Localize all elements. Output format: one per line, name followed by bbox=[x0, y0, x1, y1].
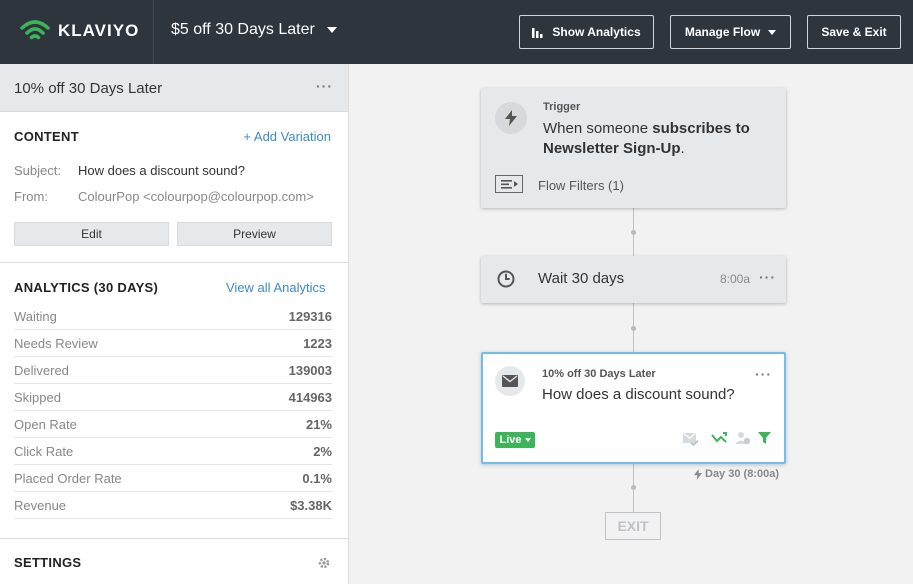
analytics-row: Skipped 414963 bbox=[14, 384, 332, 411]
analytics-row: Waiting 129316 bbox=[14, 303, 332, 330]
manage-flow-button[interactable]: Manage Flow bbox=[670, 15, 791, 49]
analytics-value: 21% bbox=[305, 416, 332, 432]
wait-label: Wait 30 days bbox=[538, 270, 625, 287]
connector-dot[interactable] bbox=[631, 230, 636, 235]
analytics-value: 129316 bbox=[288, 308, 332, 324]
email-name: 10% off 30 Days Later bbox=[542, 368, 656, 380]
wait-card[interactable]: Wait 30 days 8:00a ··· bbox=[481, 256, 786, 303]
save-exit-label: Save & Exit bbox=[821, 25, 887, 39]
analytics-value: 2% bbox=[313, 443, 332, 459]
trigger-card[interactable]: Trigger When someone subscribes to Newsl… bbox=[481, 88, 786, 208]
view-all-analytics-link[interactable]: View all Analytics bbox=[226, 280, 325, 295]
analytics-label: Revenue bbox=[14, 497, 67, 513]
exit-node: EXIT bbox=[605, 512, 661, 540]
email-check-icon[interactable] bbox=[683, 432, 699, 446]
more-options-icon[interactable]: ··· bbox=[759, 269, 776, 285]
trigger-action: subscribes to bbox=[652, 120, 750, 137]
klaviyo-logo[interactable]: KLAVIYO bbox=[20, 18, 139, 44]
analytics-row: Revenue $3.38K bbox=[14, 492, 332, 519]
analytics-label: Open Rate bbox=[14, 416, 77, 432]
filter-list-icon bbox=[495, 175, 523, 193]
save-exit-button[interactable]: Save & Exit bbox=[807, 15, 901, 49]
edit-button[interactable]: Edit bbox=[14, 222, 169, 246]
brand-name: KLAVIYO bbox=[58, 21, 140, 40]
from-value: ColourPop <colourpop@colourpop.com> bbox=[78, 189, 314, 204]
analytics-label: Waiting bbox=[14, 308, 57, 324]
analytics-row: Needs Review 1223 bbox=[14, 330, 332, 357]
from-label: From: bbox=[14, 189, 48, 204]
sidebar-header: 10% off 30 Days Later ··· bbox=[0, 64, 348, 112]
wifi-logo-icon bbox=[20, 20, 50, 40]
chevron-down-icon bbox=[524, 438, 531, 442]
analytics-label: Placed Order Rate bbox=[14, 470, 122, 486]
more-options-icon[interactable]: ··· bbox=[316, 78, 333, 94]
more-options-icon[interactable]: ··· bbox=[755, 366, 772, 382]
email-subject: How does a discount sound? bbox=[542, 386, 735, 403]
flow-name: $5 off 30 Days Later bbox=[171, 21, 315, 38]
add-variation-link[interactable]: + Add Variation bbox=[243, 129, 331, 144]
top-bar: KLAVIYO $5 off 30 Days Later Show Analyt… bbox=[0, 0, 913, 64]
sidebar: 10% off 30 Days Later ··· CONTENT + Add … bbox=[0, 64, 349, 584]
wait-time: 8:00a bbox=[720, 272, 751, 286]
preview-button[interactable]: Preview bbox=[177, 222, 332, 246]
subject-value: How does a discount sound? bbox=[78, 163, 245, 178]
subject-label: Subject: bbox=[14, 163, 61, 178]
settings-section[interactable]: SETTINGS bbox=[0, 538, 348, 584]
trigger-label: Trigger bbox=[543, 101, 581, 113]
connector-dot[interactable] bbox=[631, 485, 636, 490]
filter-icon[interactable] bbox=[758, 432, 771, 444]
schedule-text: Day 30 (8:00a) bbox=[705, 468, 779, 480]
analytics-value: 139003 bbox=[288, 362, 332, 378]
analytics-row: Open Rate 21% bbox=[14, 411, 332, 438]
analytics-label: Skipped bbox=[14, 389, 61, 405]
content-section: CONTENT + Add Variation Subject: How doe… bbox=[0, 112, 348, 263]
content-heading: CONTENT bbox=[14, 129, 79, 144]
header-divider bbox=[153, 0, 154, 64]
trigger-text: When someone bbox=[543, 120, 653, 137]
analytics-label: Click Rate bbox=[14, 443, 74, 459]
manage-flow-label: Manage Flow bbox=[684, 25, 761, 39]
schedule-note: Day 30 (8:00a) bbox=[694, 468, 779, 480]
analytics-value: 414963 bbox=[288, 389, 332, 405]
analytics-value: $3.38K bbox=[290, 497, 332, 513]
trigger-list: Newsletter Sign-Up bbox=[543, 140, 681, 157]
bar-chart-icon bbox=[532, 27, 543, 38]
chevron-down-icon bbox=[326, 27, 337, 33]
analytics-row: Click Rate 2% bbox=[14, 438, 332, 465]
trigger-period: . bbox=[680, 140, 685, 157]
gear-icon[interactable] bbox=[318, 557, 330, 569]
status-label: Live bbox=[499, 434, 522, 446]
analytics-label: Needs Review bbox=[14, 335, 98, 351]
analytics-value: 1223 bbox=[303, 335, 332, 351]
lightning-icon bbox=[495, 102, 527, 134]
email-card[interactable]: 10% off 30 Days Later How does a discoun… bbox=[481, 352, 786, 464]
connector-dot[interactable] bbox=[631, 326, 636, 331]
analytics-value: 0.1% bbox=[302, 470, 332, 486]
user-check-icon[interactable] bbox=[735, 431, 751, 445]
lightning-icon bbox=[694, 468, 702, 480]
chevron-down-icon bbox=[768, 29, 777, 35]
analytics-label: Delivered bbox=[14, 362, 69, 378]
show-analytics-label: Show Analytics bbox=[552, 25, 641, 39]
analytics-row: Placed Order Rate 0.1% bbox=[14, 465, 332, 492]
trigger-description: When someone subscribes to Newsletter Si… bbox=[543, 119, 773, 159]
live-status-badge[interactable]: Live bbox=[495, 432, 535, 448]
flow-canvas[interactable]: Trigger When someone subscribes to Newsl… bbox=[349, 64, 913, 584]
flow-selector[interactable]: $5 off 30 Days Later bbox=[171, 21, 337, 39]
ab-test-icon[interactable] bbox=[711, 432, 727, 444]
analytics-heading: ANALYTICS (30 DAYS) bbox=[14, 280, 159, 295]
show-analytics-button[interactable]: Show Analytics bbox=[519, 15, 654, 49]
envelope-icon bbox=[495, 366, 525, 396]
clock-icon bbox=[497, 270, 515, 288]
message-title: 10% off 30 Days Later bbox=[14, 80, 163, 97]
flow-filters-link[interactable]: Flow Filters (1) bbox=[538, 178, 624, 193]
analytics-row: Delivered 139003 bbox=[14, 357, 332, 384]
settings-heading: SETTINGS bbox=[14, 555, 82, 570]
